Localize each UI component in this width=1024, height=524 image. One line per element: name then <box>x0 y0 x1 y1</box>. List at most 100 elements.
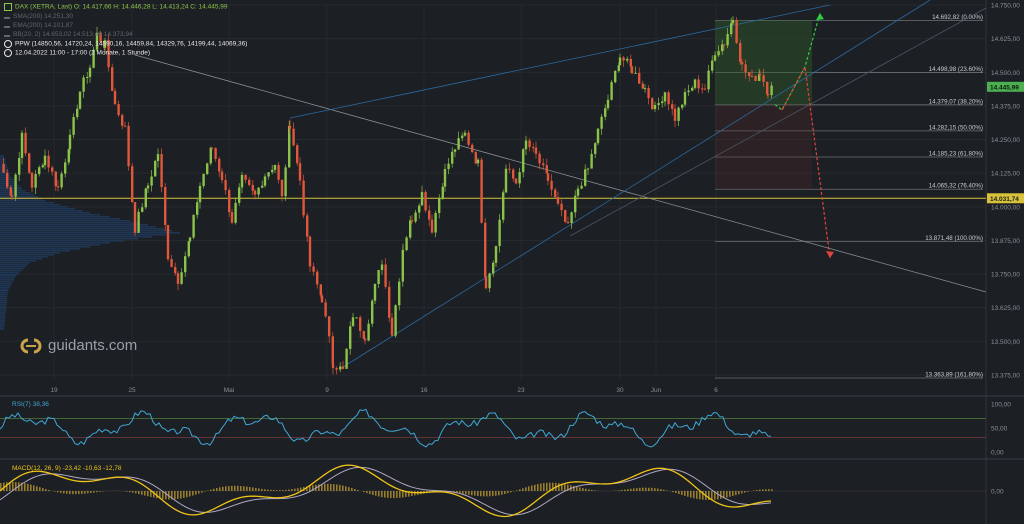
ppw-line[interactable]: PPW (14850,56, 14720,24, 14590,16, 14459… <box>4 40 247 48</box>
macd-histogram-bar <box>489 491 491 497</box>
macd-histogram-bar <box>717 491 719 500</box>
fib-level-label: 14.692,82 (0.00%) <box>932 14 983 21</box>
candle-body <box>574 195 577 213</box>
candle-body <box>228 190 231 213</box>
candle-body <box>703 88 707 90</box>
macd-histogram-bar <box>546 482 548 491</box>
volume-profile-bar <box>0 322 5 324</box>
last-price-label: 14.445,99 <box>990 84 1019 91</box>
candle-body <box>312 266 315 272</box>
volume-profile-bar <box>0 308 7 310</box>
candle-body <box>438 197 441 213</box>
macd-histogram-bar <box>267 489 269 491</box>
macd-histogram-bar <box>645 487 647 491</box>
price-tick-label: 14.750,00 <box>991 3 1020 10</box>
time-tick-label: Jun <box>651 387 662 394</box>
candle-body <box>534 147 538 154</box>
candle-body <box>234 202 237 223</box>
sma-line[interactable]: SMA(200) 14.251,30 <box>4 13 73 20</box>
macd-histogram-bar <box>249 487 251 491</box>
macd-histogram-bar <box>639 487 641 491</box>
macd-histogram-bar <box>579 487 581 491</box>
macd-histogram-bar <box>591 489 593 491</box>
ema-line[interactable]: EMA(200) 14.101,87 <box>4 22 73 29</box>
price-tick-label: 14.125,00 <box>991 171 1020 178</box>
macd-histogram-bar <box>195 491 197 495</box>
candle-body <box>154 160 157 177</box>
macd-histogram-bar <box>741 491 743 494</box>
candle-body <box>320 295 324 303</box>
candle-body <box>556 197 560 204</box>
candle-body <box>418 205 421 213</box>
macd-histogram-bar <box>735 491 737 496</box>
macd-histogram-bar <box>495 491 497 496</box>
macd-histogram-bar <box>336 484 338 491</box>
candle-body <box>420 192 424 206</box>
candle-body <box>618 57 622 66</box>
candle-body <box>430 219 434 233</box>
macd-histogram-bar <box>93 491 95 493</box>
candle-body <box>362 330 365 339</box>
macd-histogram-bar <box>699 491 701 500</box>
candle-body <box>339 366 342 370</box>
candle-body <box>192 214 195 238</box>
macd-histogram-bar <box>726 491 728 498</box>
candle-body <box>647 88 650 99</box>
macd-histogram-bar <box>345 486 347 491</box>
candle-body <box>188 237 192 242</box>
volume-profile-bar <box>0 250 70 252</box>
chart-candle-icon <box>4 3 12 11</box>
macd-histogram-bar <box>687 491 689 497</box>
macd-histogram-bar <box>30 484 32 491</box>
candle-body <box>273 164 277 170</box>
candle-body <box>514 178 518 184</box>
candle-body <box>707 70 710 90</box>
candle-body <box>308 236 312 267</box>
macd-histogram-bar <box>510 491 512 493</box>
candle-body <box>349 326 352 349</box>
volume-profile-bar <box>0 310 6 312</box>
macd-histogram-bar <box>534 484 536 491</box>
candle-body <box>596 128 600 144</box>
candle-body <box>271 169 274 173</box>
price-chart[interactable]: 14.750,00 14.625,00 14.500,00 14.375,00 14.2… <box>0 0 1024 524</box>
macd-histogram-bar <box>276 490 278 491</box>
volume-profile-bar <box>0 240 124 242</box>
macd-histogram-bar <box>474 491 476 496</box>
guidants-logo: guidants.com <box>20 337 137 354</box>
candle-body <box>319 284 322 296</box>
macd-histogram-bar <box>42 488 44 491</box>
candle-body <box>570 212 573 224</box>
volume-profile-bar <box>0 226 156 228</box>
candle-body <box>398 281 401 306</box>
macd-histogram-bar <box>663 489 665 491</box>
volume-profile-bar <box>0 222 140 224</box>
fib-level-label: 13.871,48 (100.00%) <box>925 235 983 242</box>
candle-body <box>484 277 488 289</box>
rsi-tick-label: 100,00 <box>991 402 1011 409</box>
macd-histogram-bar <box>486 491 488 497</box>
macd-histogram-bar <box>150 491 152 497</box>
macd-histogram-bar <box>384 491 386 498</box>
candle-body <box>683 92 687 105</box>
candle-body <box>471 144 474 153</box>
macd-histogram-bar <box>363 491 365 493</box>
macd-histogram-bar <box>399 491 401 498</box>
macd-histogram-bar <box>90 491 92 493</box>
fib-level-label: 14.065,32 (76.40%) <box>929 183 983 190</box>
volume-profile-bar <box>0 314 6 316</box>
candle-body <box>20 132 24 158</box>
macd-histogram-bar <box>507 491 509 494</box>
candle-body <box>146 185 150 189</box>
candle-body <box>434 212 437 233</box>
macd-histogram-bar <box>771 489 773 491</box>
bb-line[interactable]: BB(20, 2) 14.653,02 14.513,49 14.373,94 <box>4 31 133 38</box>
candle-body <box>498 219 501 247</box>
macd-histogram-bar <box>690 491 692 498</box>
candle-body <box>681 104 684 108</box>
candle-body <box>331 336 334 365</box>
macd-histogram-bar <box>87 491 89 494</box>
macd-histogram-bar <box>543 483 545 491</box>
macd-histogram-bar <box>378 491 380 497</box>
macd-histogram-bar <box>138 491 140 495</box>
